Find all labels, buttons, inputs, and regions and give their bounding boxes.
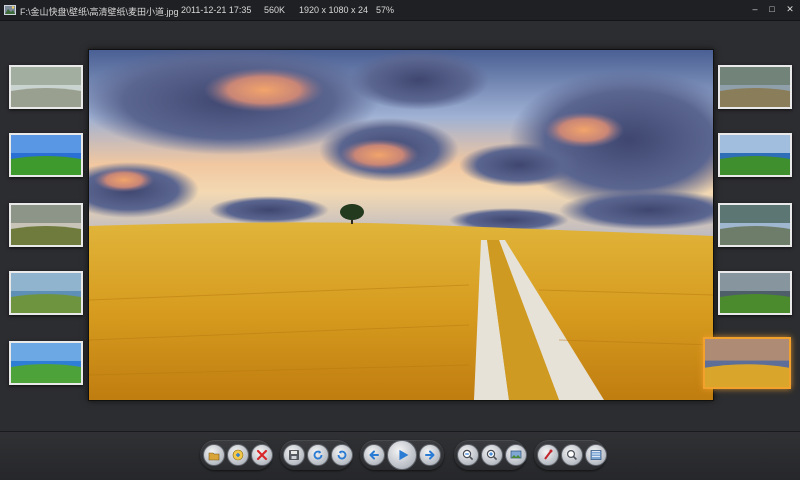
fullscreen-button[interactable] xyxy=(585,444,607,466)
settings-button[interactable] xyxy=(537,444,559,466)
open-folder-icon xyxy=(208,452,220,461)
minimize-button[interactable]: – xyxy=(748,3,762,16)
thumbnail-green-hill-blue-sky[interactable] xyxy=(9,133,83,177)
thumbnail-house-on-hill[interactable] xyxy=(9,271,83,315)
rotate-left-button[interactable] xyxy=(307,444,329,466)
file-path: F:\金山快盘\壁纸\高清壁纸\麦田小道.jpg xyxy=(20,7,179,17)
thumbnail-tree-lined-road[interactable] xyxy=(718,203,792,247)
fit-screen-button[interactable] xyxy=(505,444,527,466)
close-button[interactable]: ✕ xyxy=(783,3,797,16)
browse-button[interactable] xyxy=(227,444,249,466)
settings-icon xyxy=(544,449,553,460)
rotate-right-button[interactable] xyxy=(331,444,353,466)
main-image[interactable] xyxy=(88,49,714,401)
wheat-field-image xyxy=(89,50,713,400)
maximize-button[interactable]: □ xyxy=(765,3,779,16)
rotate-left-icon xyxy=(313,450,323,460)
image-dimensions: 1920 x 1080 x 24 xyxy=(299,5,369,15)
fullscreen-icon xyxy=(590,450,602,460)
title-bar: F:\金山快盘\壁纸\高清壁纸\麦田小道.jpg 2011-12-21 17:3… xyxy=(0,0,800,21)
tools-group xyxy=(534,440,607,470)
zoom-level: 57% xyxy=(376,5,395,15)
thumbnail-mountain-valley[interactable] xyxy=(718,65,792,109)
maximize-icon: □ xyxy=(769,4,775,14)
nav-group xyxy=(360,440,444,470)
rotate-right-icon xyxy=(337,450,347,460)
thumbnail-lake-meadow[interactable] xyxy=(9,203,83,247)
app-icon xyxy=(4,5,16,15)
open-folder-button[interactable] xyxy=(203,444,225,466)
zoom-group xyxy=(454,440,527,470)
next-icon xyxy=(425,450,435,460)
search-icon xyxy=(566,449,577,460)
zoom-in-button[interactable] xyxy=(481,444,503,466)
file-date: 2011-12-21 17:35 xyxy=(181,5,252,15)
play-button[interactable] xyxy=(387,440,417,470)
delete-icon xyxy=(256,449,268,461)
thumbnail-stormy-green-field[interactable] xyxy=(718,271,792,315)
save-icon xyxy=(289,450,299,460)
fit-screen-icon xyxy=(510,450,522,459)
delete-button[interactable] xyxy=(251,444,273,466)
minimize-icon: – xyxy=(752,4,758,14)
save-button[interactable] xyxy=(283,444,305,466)
zoom-in-icon xyxy=(486,449,498,461)
thumbnail-field-path-blue-sky[interactable] xyxy=(9,341,83,385)
thumbnail-clouds-green-plain[interactable] xyxy=(718,133,792,177)
zoom-out-icon xyxy=(462,449,474,461)
play-icon xyxy=(399,449,409,461)
zoom-out-button[interactable] xyxy=(457,444,479,466)
viewer-stage xyxy=(0,21,800,431)
thumbnail-wheat-field-road-selected[interactable] xyxy=(703,337,791,389)
previous-button[interactable] xyxy=(363,444,385,466)
search-button[interactable] xyxy=(561,444,583,466)
file-size: 560K xyxy=(264,5,286,15)
file-group xyxy=(200,440,273,470)
browse-icon xyxy=(232,449,244,461)
edit-group xyxy=(280,440,353,470)
thumbnail-misty-forest-road[interactable] xyxy=(9,65,83,109)
previous-icon xyxy=(369,450,379,460)
close-icon: ✕ xyxy=(786,4,794,14)
toolbar xyxy=(0,431,800,480)
next-button[interactable] xyxy=(419,444,441,466)
